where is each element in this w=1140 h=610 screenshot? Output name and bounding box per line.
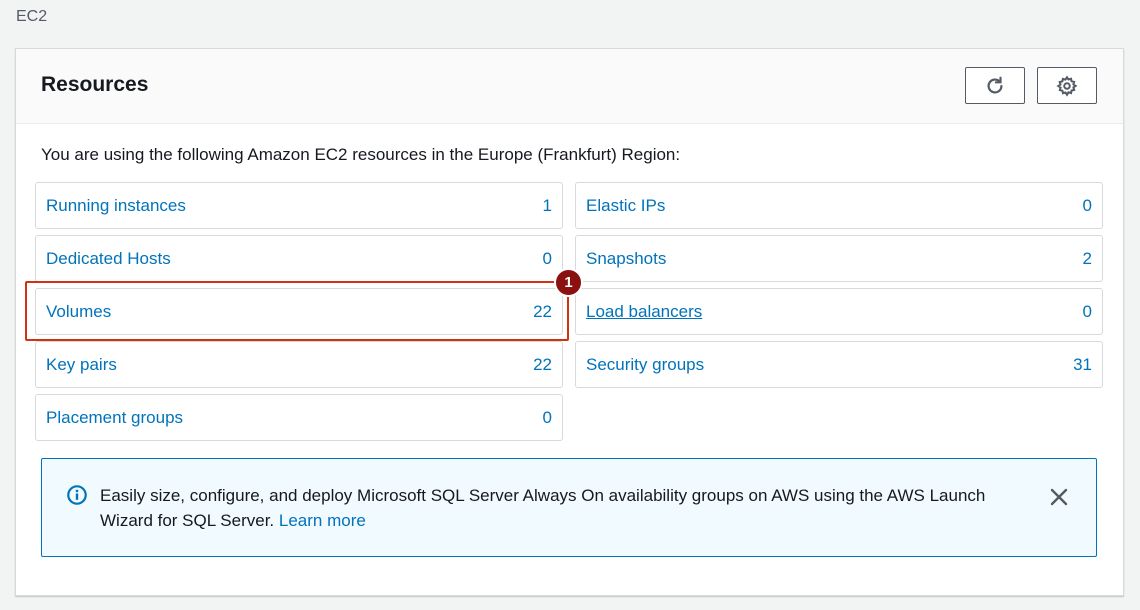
resource-snapshots[interactable]: Snapshots 2 xyxy=(575,235,1103,282)
info-message: Easily size, configure, and deploy Micro… xyxy=(100,483,1040,533)
gear-icon xyxy=(1056,74,1078,97)
refresh-button[interactable] xyxy=(965,67,1025,104)
resource-count[interactable]: 22 xyxy=(533,355,552,375)
resource-label[interactable]: Key pairs xyxy=(46,355,117,375)
resource-count[interactable]: 0 xyxy=(1083,196,1092,216)
resource-count[interactable]: 2 xyxy=(1083,249,1092,269)
close-button[interactable] xyxy=(1046,484,1072,510)
close-icon xyxy=(1050,488,1068,506)
resource-load-balancers[interactable]: Load balancers 0 xyxy=(575,288,1103,335)
resource-key-pairs[interactable]: Key pairs 22 xyxy=(35,341,563,388)
resource-count[interactable]: 1 xyxy=(543,196,552,216)
learn-more-link[interactable]: Learn more xyxy=(279,511,366,530)
info-alert: Easily size, configure, and deploy Micro… xyxy=(41,458,1097,557)
resource-label[interactable]: Placement groups xyxy=(46,408,183,428)
resource-label[interactable]: Load balancers xyxy=(586,302,702,322)
resource-label[interactable]: Dedicated Hosts xyxy=(46,249,171,269)
resource-volumes[interactable]: Volumes 22 xyxy=(35,288,563,335)
resource-label[interactable]: Security groups xyxy=(586,355,704,375)
resource-label[interactable]: Elastic IPs xyxy=(586,196,665,216)
panel-title: Resources xyxy=(41,73,149,96)
resource-label[interactable]: Running instances xyxy=(46,196,186,216)
resource-security-groups[interactable]: Security groups 31 xyxy=(575,341,1103,388)
resource-count[interactable]: 31 xyxy=(1073,355,1092,375)
step-badge: 1 xyxy=(554,268,583,297)
info-icon xyxy=(67,485,87,505)
intro-text: You are using the following Amazon EC2 r… xyxy=(41,145,681,164)
breadcrumb[interactable]: EC2 xyxy=(16,8,47,26)
resources-panel: Resources You are using the following Am… xyxy=(15,48,1124,596)
resource-count[interactable]: 0 xyxy=(543,249,552,269)
resource-placement-groups[interactable]: Placement groups 0 xyxy=(35,394,563,441)
resource-elastic-ips[interactable]: Elastic IPs 0 xyxy=(575,182,1103,229)
info-text: Easily size, configure, and deploy Micro… xyxy=(100,486,986,530)
resource-count[interactable]: 22 xyxy=(533,302,552,322)
resource-label[interactable]: Volumes xyxy=(46,302,111,322)
panel-header: Resources xyxy=(16,49,1123,124)
resource-label[interactable]: Snapshots xyxy=(586,249,666,269)
resource-running-instances[interactable]: Running instances 1 xyxy=(35,182,563,229)
resource-count[interactable]: 0 xyxy=(1083,302,1092,322)
resource-count[interactable]: 0 xyxy=(543,408,552,428)
refresh-icon xyxy=(987,76,1003,94)
settings-button[interactable] xyxy=(1037,67,1097,104)
resource-dedicated-hosts[interactable]: Dedicated Hosts 0 xyxy=(35,235,563,282)
